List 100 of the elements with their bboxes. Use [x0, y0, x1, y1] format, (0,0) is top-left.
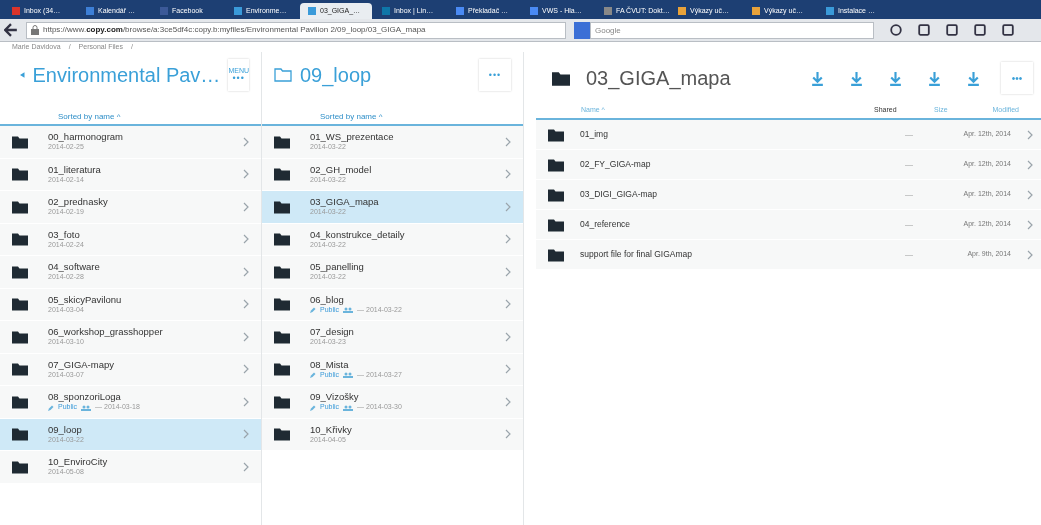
people-icon — [343, 372, 354, 379]
chevron-right-icon — [243, 299, 249, 310]
folder-icon — [274, 167, 290, 182]
chevron-right-icon — [505, 234, 511, 245]
folder-name: 09_Vizošky — [310, 391, 360, 404]
folder-name: 08_Mista — [310, 358, 350, 371]
search-engine-icon[interactable] — [574, 21, 590, 39]
chevron-right-icon — [1027, 219, 1033, 230]
folder-name: 02_prednasky — [48, 196, 109, 209]
file-name: 03_DIGI_GIGA-map — [580, 188, 658, 201]
file-size: — — [905, 188, 914, 201]
folder-icon — [12, 394, 28, 409]
chevron-right-icon — [243, 429, 249, 440]
folder-name: 04_software — [48, 261, 101, 274]
folder-icon — [548, 157, 564, 172]
people-icon — [343, 307, 354, 314]
pencil-icon — [48, 404, 54, 411]
chevron-right-icon — [1027, 249, 1033, 260]
folder-name: 00_harmonogram — [48, 131, 124, 144]
chevron-right-icon — [1027, 159, 1033, 170]
folder-icon — [548, 127, 564, 142]
folder-icon — [274, 134, 290, 149]
file-size: — — [905, 248, 914, 261]
folder-icon — [274, 329, 290, 344]
chevron-right-icon — [243, 396, 249, 407]
chevron-right-icon — [243, 266, 249, 277]
folder-name: 04_konstrukce_detaily — [310, 228, 406, 241]
folder-name: 08_sponzoriLoga — [48, 391, 122, 404]
folder-icon — [274, 264, 290, 279]
file-name: 02_FY_GIGA-map — [580, 158, 652, 171]
file-size: — — [905, 158, 914, 171]
column-title: 09_loop — [300, 63, 373, 89]
folder-name: 05_panelling — [310, 261, 365, 274]
folder-title: 03_GIGA_mapa — [586, 66, 732, 92]
folder-name: 01_literatura — [48, 163, 102, 176]
pencil-icon — [310, 404, 316, 411]
chevron-right-icon — [505, 364, 511, 375]
folder-icon — [552, 70, 570, 86]
folder-name: 02_GH_model — [310, 163, 373, 176]
folder-icon — [274, 297, 290, 312]
file-name: support file for final GIGAmap — [580, 248, 693, 261]
chevron-right-icon — [505, 429, 511, 440]
file-name: 04_reference — [580, 218, 632, 231]
folder-icon — [274, 427, 290, 442]
folder-icon — [548, 217, 564, 232]
folder-icon — [12, 427, 28, 442]
folder-name: 06_workshop_grasshopper — [48, 326, 164, 339]
lock-icon — [31, 25, 39, 35]
folder-icon — [548, 247, 564, 262]
folder-icon — [274, 394, 290, 409]
folder-name: 05_skicyPavilonu — [48, 293, 123, 306]
url-field[interactable]: https://www.copy.com/browse/a:3ce5df4c:copy.b:myfiles/Environmental Pavilion 2/09_loop/03_GIGA_mapa — [26, 21, 566, 39]
chevron-right-icon — [505, 299, 511, 310]
chevron-right-icon — [505, 169, 511, 180]
chevron-right-icon — [243, 331, 249, 342]
back-arrow-icon[interactable] — [4, 23, 18, 37]
chevron-right-icon — [243, 136, 249, 147]
folder-name: 03_GIGA_mapa — [310, 196, 380, 209]
folder-icon — [12, 167, 28, 182]
folder-icon — [12, 134, 28, 149]
folder-name: 07_GIGA-mapy — [48, 358, 115, 371]
chevron-right-icon — [505, 201, 511, 212]
folder-icon — [274, 232, 290, 247]
folder-icon — [12, 232, 28, 247]
people-icon — [343, 404, 354, 411]
chevron-right-icon — [243, 461, 249, 472]
folder-icon — [274, 362, 290, 377]
folder-name: 10_Křivky — [310, 423, 353, 436]
folder-icon — [12, 264, 28, 279]
chevron-right-icon — [243, 169, 249, 180]
chevron-right-icon — [505, 136, 511, 147]
folder-icon — [12, 362, 28, 377]
search-field[interactable]: Google — [590, 21, 874, 39]
chevron-right-icon — [243, 201, 249, 212]
chevron-right-icon — [243, 234, 249, 245]
folder-icon — [12, 459, 28, 474]
sort-label[interactable]: Sorted by name ^ — [58, 113, 121, 121]
folder-outline-icon — [274, 68, 292, 82]
folder-name: 03_foto — [48, 228, 81, 241]
folder-name: 07_design — [310, 326, 355, 339]
folder-icon — [12, 199, 28, 214]
chevron-right-icon — [243, 364, 249, 375]
pencil-icon — [310, 307, 316, 314]
file-size: — — [905, 218, 914, 231]
chevron-right-icon — [1027, 129, 1033, 140]
folder-name: 09_loop — [48, 423, 83, 436]
chevron-right-icon — [1027, 189, 1033, 200]
chevron-right-icon — [505, 331, 511, 342]
folder-icon — [12, 329, 28, 344]
folder-icon — [274, 199, 290, 214]
folder-icon — [548, 187, 564, 202]
folder-name: 06_blog — [310, 293, 345, 306]
folder-name: 10_EnviroCity — [48, 456, 109, 469]
chevron-right-icon — [505, 266, 511, 277]
file-size: — — [905, 128, 914, 141]
chevron-right-icon — [505, 396, 511, 407]
people-icon — [81, 404, 92, 411]
sort-label[interactable]: Sorted by name ^ — [320, 113, 383, 121]
folder-icon — [12, 297, 28, 312]
pencil-icon — [310, 372, 316, 379]
